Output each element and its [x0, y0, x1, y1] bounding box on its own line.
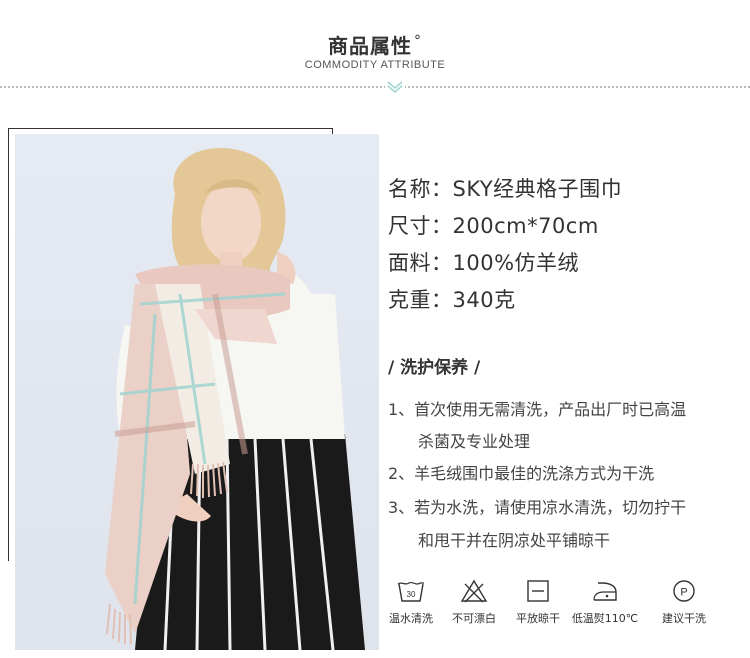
attr-weight-value: 340克 — [452, 288, 516, 312]
page-title: 商品属性 ° — [0, 30, 750, 59]
attr-size-label: 尺寸： — [388, 214, 453, 238]
product-photo — [15, 134, 379, 650]
care-line: 1、首次使用无需清洗，产品出厂时已高温 — [388, 400, 687, 419]
low-iron-icon — [593, 582, 617, 601]
attr-material-label: 面料： — [388, 251, 453, 275]
attr-material-value: 100%仿羊绒 — [452, 251, 580, 275]
attr-weight-label: 克重： — [388, 288, 453, 312]
dry-flat-icon — [527, 580, 549, 602]
title-text: 商品属性 — [328, 34, 412, 58]
attr-name: 名称：SKY经典格子围巾 — [388, 173, 622, 203]
dry-clean-icon: P — [673, 580, 695, 602]
care-icon-low-iron: 低温熨110℃ — [560, 578, 650, 626]
page-subtitle: COMMODITY ATTRIBUTE — [304, 59, 446, 71]
attr-name-label: 名称： — [388, 177, 453, 201]
care-icon-dry-clean: P 建议干洗 — [639, 578, 729, 626]
care-line: 3、若为水洗，请使用凉水清洗，切勿拧干 — [388, 498, 687, 517]
care-line: 杀菌及专业处理 — [418, 432, 531, 451]
chevron-down-icon — [385, 80, 405, 94]
attr-name-value: SKY经典格子围巾 — [452, 177, 623, 201]
care-section-title: / 洗护保养 / — [388, 358, 481, 378]
care-icon-label: 低温熨110℃ — [571, 612, 639, 625]
title-degree-mark: ° — [414, 33, 422, 50]
wash-30-icon: 30 — [397, 581, 424, 602]
attr-material: 面料：100%仿羊绒 — [388, 247, 579, 277]
attr-size-value: 200cm*70cm — [452, 214, 599, 238]
attr-size: 尺寸：200cm*70cm — [388, 210, 599, 240]
dry-clean-letter: P — [680, 587, 687, 599]
dotted-divider — [0, 86, 750, 88]
care-line: 和甩干并在阴凉处平铺晾干 — [418, 531, 611, 550]
no-bleach-icon — [460, 579, 488, 603]
wash-temp-text: 30 — [407, 590, 416, 599]
care-line: 2、羊毛绒围巾最佳的洗涤方式为干洗 — [388, 464, 655, 483]
attr-weight: 克重：340克 — [388, 284, 516, 314]
care-icon-label: 建议干洗 — [662, 612, 706, 625]
